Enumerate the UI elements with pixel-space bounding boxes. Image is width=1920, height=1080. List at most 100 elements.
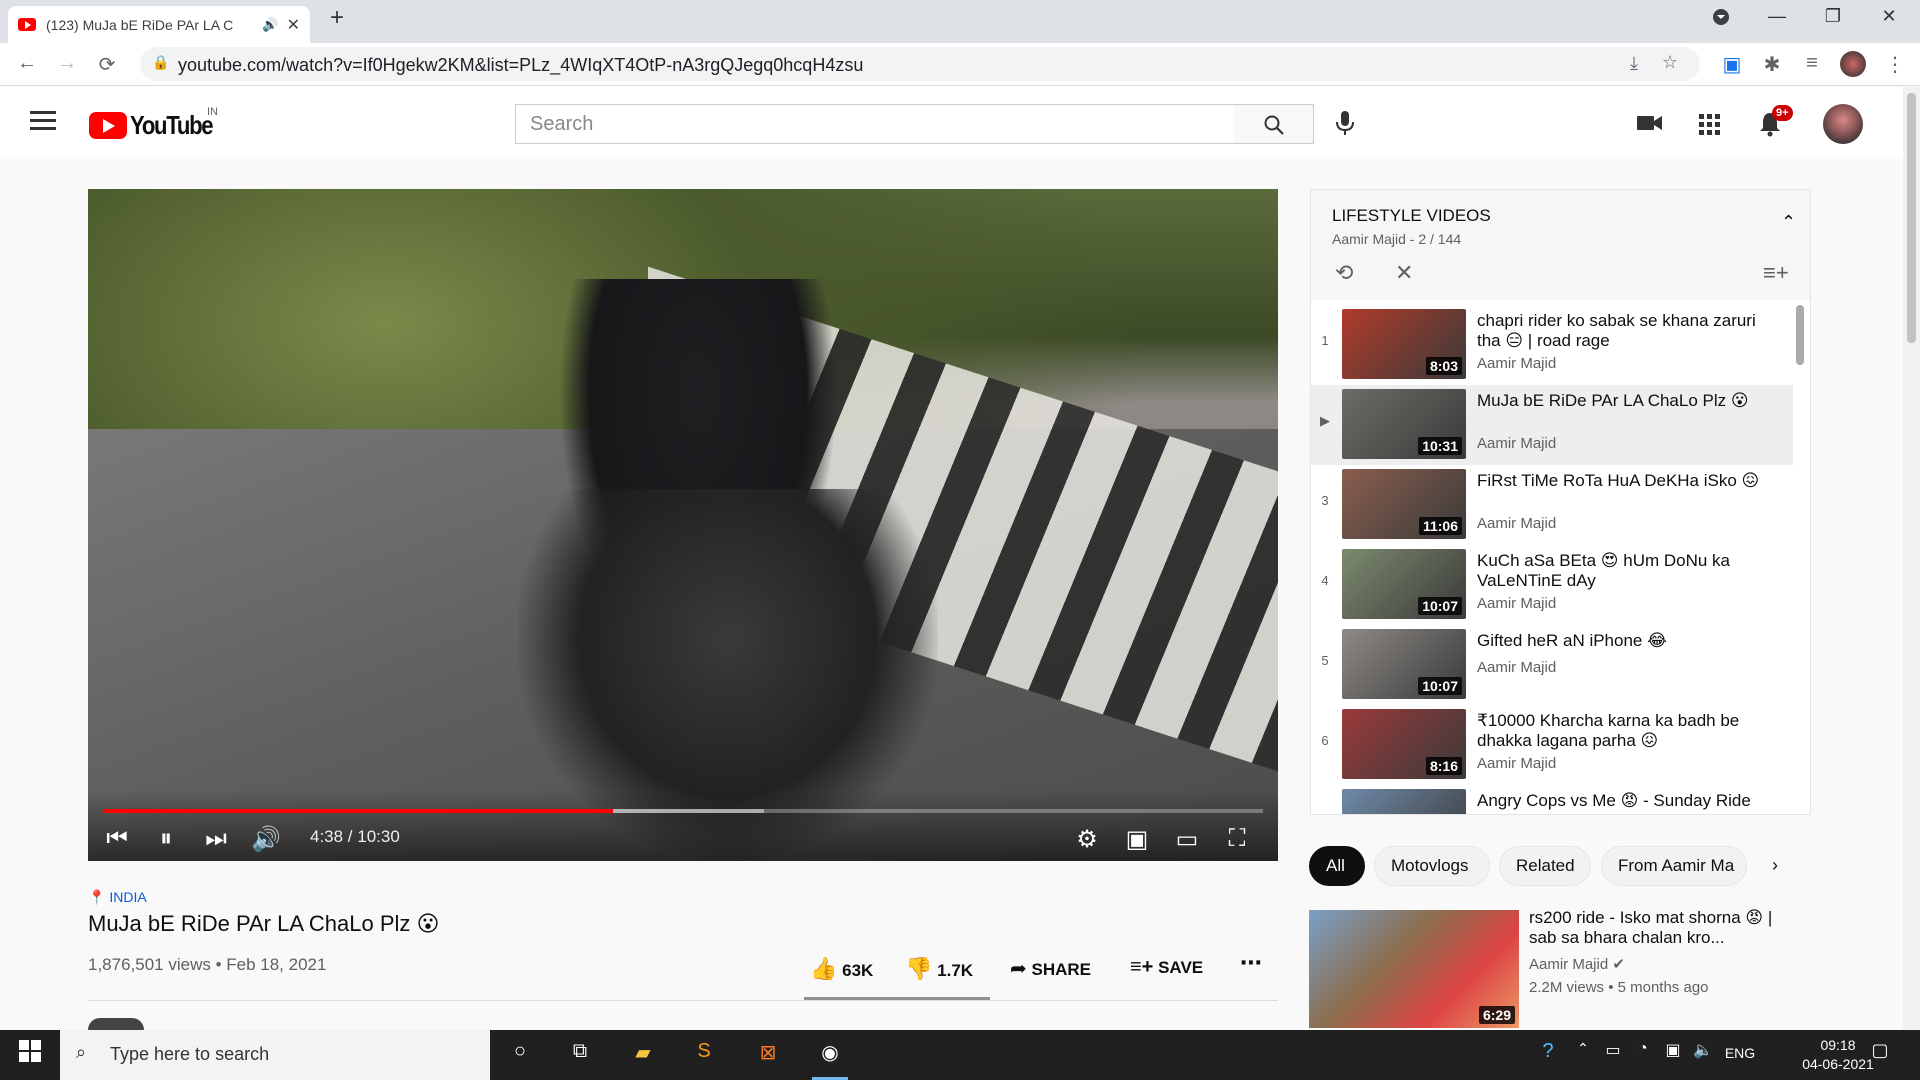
- chip-related[interactable]: Related: [1499, 846, 1591, 886]
- playlist-item[interactable]: ▶ 10:31 MuJa bE RiDe PAr LA ChaLo Plz 😮 Aam…: [1311, 385, 1793, 465]
- reload-icon[interactable]: ⟳: [92, 52, 122, 77]
- speaker-icon[interactable]: 🔊: [262, 17, 278, 33]
- close-tab-icon[interactable]: ✕: [287, 15, 300, 35]
- bookmark-star-icon[interactable]: ☆: [1662, 52, 1678, 73]
- new-tab-button[interactable]: +: [322, 4, 352, 32]
- chrome-taskbar-icon[interactable]: ◉: [812, 1040, 848, 1080]
- region-code: IN: [207, 106, 218, 118]
- profile-avatar-icon[interactable]: [1838, 51, 1868, 83]
- youtube-logo[interactable]: YouTube IN: [89, 106, 227, 141]
- location-tag[interactable]: 📍 INDIA: [88, 889, 147, 906]
- maximize-window-button[interactable]: ❐: [1818, 6, 1848, 27]
- apps-grid-icon[interactable]: [1699, 114, 1720, 135]
- sublime-text-icon[interactable]: S: [686, 1040, 722, 1070]
- video-player[interactable]: ⏮ ⏸ ⏭ 🔊 4:38 / 10:30 ⚙ ▣ ▭ ⛶: [88, 189, 1278, 861]
- recommended-channel[interactable]: Aamir Majid ✔: [1529, 955, 1625, 973]
- voice-search-mic-icon[interactable]: [1334, 109, 1356, 142]
- playlist-item-author: Aamir Majid: [1477, 515, 1557, 532]
- minimize-window-button[interactable]: —: [1762, 6, 1792, 27]
- recommended-thumbnail[interactable]: 6:29: [1309, 910, 1519, 1028]
- playlist-item[interactable]: 4 10:07 KuCh aSa BEta 😍 hUm DoNu ka VaLeNT…: [1311, 545, 1793, 625]
- pause-icon[interactable]: ⏸: [148, 825, 184, 853]
- playlist-item[interactable]: 6 8:16 ₹10000 Kharcha karna ka badh be dha…: [1311, 705, 1793, 785]
- search-button[interactable]: [1234, 104, 1314, 144]
- install-icon[interactable]: ⤓: [1630, 53, 1638, 74]
- forward-arrow-icon[interactable]: →: [52, 52, 82, 75]
- more-actions-icon[interactable]: ⋯: [1240, 950, 1262, 976]
- playlist-item-title: MuJa bE RiDe PAr LA ChaLo Plz 😮: [1477, 391, 1749, 410]
- account-avatar[interactable]: [1823, 104, 1863, 144]
- media-control-icon[interactable]: ≡: [1797, 52, 1827, 75]
- miniplayer-icon[interactable]: ▣: [1119, 825, 1155, 854]
- loop-playlist-icon[interactable]: ⟲: [1335, 260, 1353, 286]
- like-button[interactable]: 👍 63K: [810, 956, 873, 982]
- page-scrollbar[interactable]: [1903, 87, 1920, 1030]
- theater-mode-icon[interactable]: ▭: [1169, 825, 1205, 854]
- puzzle-extensions-icon[interactable]: ✱: [1757, 52, 1787, 77]
- chip-from-channel[interactable]: From Aamir Ma: [1601, 846, 1747, 886]
- cortana-icon[interactable]: ○: [502, 1040, 538, 1070]
- playlist-item-title: ₹10000 Kharcha karna ka badh be dhakka l…: [1477, 711, 1740, 750]
- taskbar-search-input[interactable]: ⌕ Type here to search: [60, 1030, 490, 1080]
- help-icon[interactable]: ?: [1530, 1040, 1566, 1070]
- extension-icon[interactable]: ▣: [1717, 52, 1747, 77]
- browser-menu-icon[interactable]: ⋮: [1880, 52, 1910, 77]
- browser-tab[interactable]: (123) MuJa bE RiDe PAr LA C 🔊 ✕: [8, 6, 310, 43]
- file-explorer-icon[interactable]: ▰: [625, 1040, 661, 1070]
- playlist-item-thumbnail: 8:16: [1342, 709, 1466, 779]
- settings-gear-icon[interactable]: ⚙: [1069, 825, 1105, 854]
- playlist-item[interactable]: 1 8:03 chapri rider ko sabak se khana zaru…: [1311, 305, 1793, 385]
- playlist-item-duration: 10:07: [1418, 677, 1462, 695]
- browser-tab-strip: (123) MuJa bE RiDe PAr LA C 🔊 ✕ + — ❐ ✕: [0, 0, 1920, 43]
- chips-next-chevron-icon[interactable]: ›: [1772, 855, 1778, 876]
- chip-all[interactable]: All: [1309, 846, 1365, 886]
- search-input[interactable]: Search: [515, 104, 1235, 144]
- dislike-button[interactable]: 👎 1.7K: [905, 956, 973, 982]
- save-button[interactable]: ≡+ SAVE: [1130, 956, 1203, 979]
- divider: [88, 1000, 1278, 1001]
- playlist-item-thumbnail: 8:03: [1342, 309, 1466, 379]
- tab-search-icon[interactable]: [1706, 8, 1736, 31]
- chip-motovlogs[interactable]: Motovlogs: [1374, 846, 1490, 886]
- playlist-item[interactable]: 5 10:07 Gifted heR aN iPhone 😂 Aamir Majid: [1311, 625, 1793, 705]
- fullscreen-icon[interactable]: ⛶: [1219, 825, 1255, 853]
- url-text: youtube.com/watch?v=If0Hgekw2KM&list=PLz…: [178, 55, 864, 75]
- share-button[interactable]: ➦ SHARE: [1010, 956, 1091, 981]
- close-window-button[interactable]: ✕: [1874, 6, 1904, 27]
- next-video-icon[interactable]: ⏭: [198, 825, 234, 853]
- page-scrollbar-thumb[interactable]: [1907, 93, 1916, 343]
- shuffle-icon[interactable]: ✕: [1395, 260, 1413, 286]
- progress-bar[interactable]: [103, 809, 1263, 813]
- playlist-item-thumbnail: [1342, 789, 1466, 814]
- playlist-title[interactable]: LIFESTYLE VIDEOS: [1332, 206, 1491, 226]
- task-view-icon[interactable]: ⧉: [562, 1040, 598, 1070]
- playlist-header: LIFESTYLE VIDEOS Aamir Majid - 2 / 144 ⌃…: [1311, 190, 1810, 300]
- action-center-icon[interactable]: ▢: [1862, 1040, 1898, 1070]
- xampp-icon[interactable]: ⊠: [750, 1040, 786, 1070]
- back-arrow-icon[interactable]: ←: [12, 52, 42, 75]
- notifications-bell-icon[interactable]: 9+: [1758, 105, 1793, 142]
- tab-title: (123) MuJa bE RiDe PAr LA C: [46, 16, 234, 33]
- playlist-item-author: Aamir Majid: [1477, 355, 1557, 372]
- volume-tray-icon[interactable]: 🔈: [1685, 1040, 1721, 1070]
- create-video-icon[interactable]: [1637, 114, 1663, 137]
- volume-icon[interactable]: 🔊: [248, 825, 284, 854]
- location-pin-icon: 📍: [88, 889, 106, 905]
- language-indicator[interactable]: ENG: [1718, 1045, 1762, 1075]
- playlist-item-index: 6: [1321, 733, 1329, 748]
- recommended-title[interactable]: rs200 ride - Isko mat shorna 😡 | sab sa …: [1529, 908, 1789, 948]
- playlist-panel: LIFESTYLE VIDEOS Aamir Majid - 2 / 144 ⌃…: [1310, 189, 1811, 815]
- address-bar[interactable]: 🔒 youtube.com/watch?v=If0Hgekw2KM&list=P…: [140, 47, 1700, 81]
- playlist-item-author: Aamir Majid: [1477, 595, 1557, 612]
- channel-avatar[interactable]: [88, 1018, 144, 1030]
- add-to-queue-icon[interactable]: ≡+: [1763, 260, 1789, 286]
- playlist-scrollbar[interactable]: [1796, 305, 1804, 365]
- windows-start-icon[interactable]: [12, 1040, 48, 1070]
- playlist-item[interactable]: 3 11:06 FiRst TiMe RoTa HuA DeKHa iSko 😖 Aa…: [1311, 465, 1793, 545]
- hamburger-menu-icon[interactable]: [30, 111, 56, 130]
- collapse-chevron-icon[interactable]: ⌃: [1781, 212, 1796, 233]
- previous-video-icon[interactable]: ⏮: [99, 825, 135, 853]
- playlist-item-index: ▶: [1320, 413, 1330, 428]
- playlist-item[interactable]: Angry Cops vs Me 😡 - Sunday Ride: [1311, 785, 1793, 814]
- playlist-item-title: chapri rider ko sabak se khana zaruri th…: [1477, 311, 1756, 350]
